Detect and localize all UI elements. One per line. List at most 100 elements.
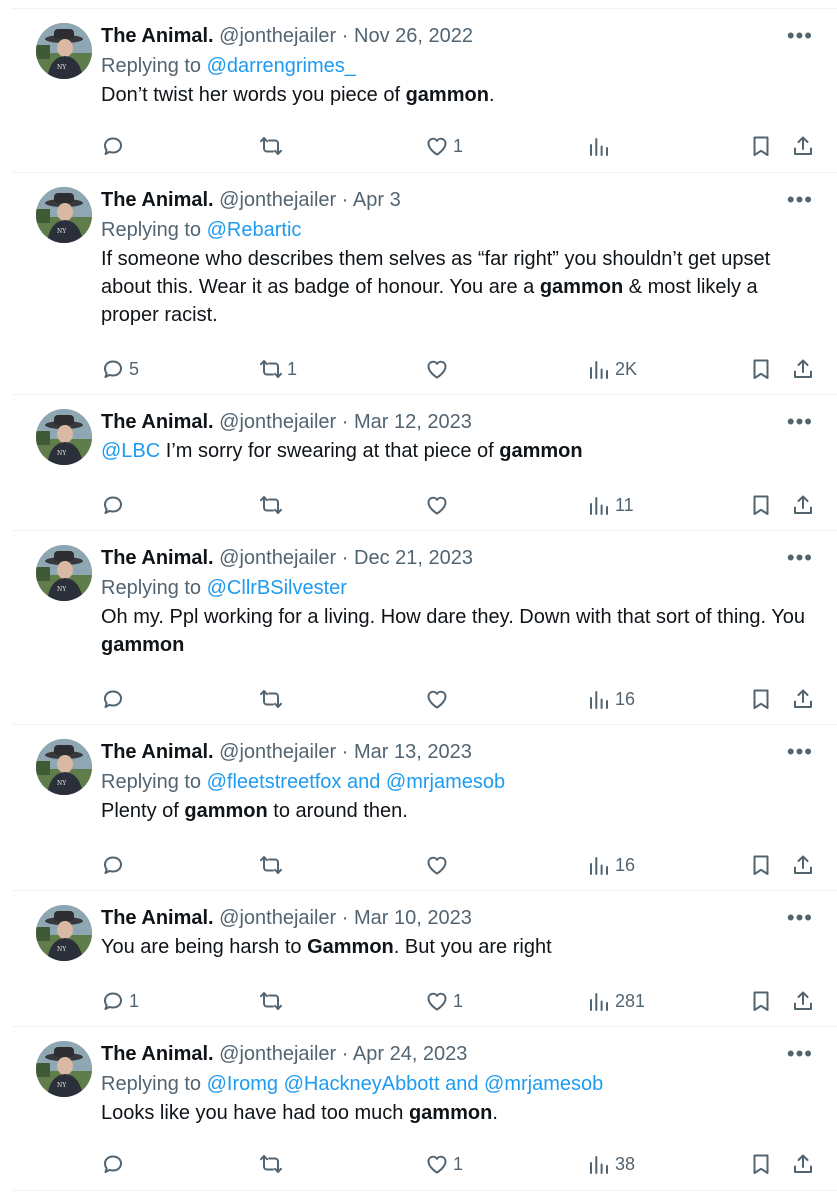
replying-to-link[interactable]: @CllrBSilvester — [207, 577, 347, 599]
tweet-date[interactable]: Mar 13, 2023 — [354, 741, 472, 763]
tweet-date[interactable]: Mar 12, 2023 — [354, 411, 472, 433]
tweet-feed: NY ••• The Animal. @jonthejailer · Nov 26,… — [12, 8, 837, 1191]
user-handle[interactable]: @jonthejailer — [219, 189, 336, 211]
share-button[interactable] — [791, 850, 815, 880]
mention-link[interactable]: @LBC — [101, 440, 160, 462]
tweet[interactable]: NY ••• The Animal. @jonthejailer · Apr 24,… — [12, 1027, 837, 1191]
tweet[interactable]: NY ••• The Animal. @jonthejailer · Mar 12,… — [12, 395, 837, 531]
likes-count: 1 — [453, 135, 464, 156]
user-handle[interactable]: @jonthejailer — [219, 547, 336, 569]
avatar[interactable]: NY — [36, 905, 92, 961]
display-name[interactable]: The Animal. — [101, 1043, 214, 1065]
display-name[interactable]: The Animal. — [101, 411, 214, 433]
reply-button[interactable] — [101, 684, 129, 714]
share-button[interactable] — [791, 684, 815, 714]
replying-to-label: Replying to — [101, 1073, 202, 1095]
display-name[interactable]: The Animal. — [101, 547, 214, 569]
views-button[interactable] — [587, 131, 615, 161]
like-button[interactable] — [425, 354, 453, 384]
display-name[interactable]: The Animal. — [101, 907, 214, 929]
separator: · — [341, 547, 349, 569]
avatar[interactable]: NY — [36, 23, 92, 79]
text-fragment: . But you are right — [393, 936, 552, 958]
retweet-button[interactable] — [259, 986, 287, 1016]
avatar[interactable]: NY — [36, 187, 92, 243]
share-icon — [791, 687, 815, 711]
views-button[interactable]: 281 — [587, 986, 645, 1016]
bookmark-button[interactable] — [749, 131, 773, 161]
tweet[interactable]: NY ••• The Animal. @jonthejailer · Apr 3 Re… — [12, 173, 837, 395]
reply-icon — [101, 134, 125, 158]
reply-button[interactable] — [101, 1149, 129, 1179]
bookmark-button[interactable] — [749, 986, 773, 1016]
replying-to-link[interactable]: @Rebartic — [207, 219, 302, 241]
text-fragment: Don’t twist her words you piece of — [101, 84, 406, 106]
avatar[interactable]: NY — [36, 739, 92, 795]
tweet-date[interactable]: Apr 3 — [353, 189, 401, 211]
replying-to-link[interactable]: @fleetstreetfox and @mrjamesob — [207, 771, 506, 793]
tweet-date[interactable]: Mar 10, 2023 — [354, 907, 472, 929]
like-button[interactable] — [425, 684, 453, 714]
user-handle[interactable]: @jonthejailer — [219, 907, 336, 929]
bookmark-button[interactable] — [749, 1149, 773, 1179]
tweet-date[interactable]: Nov 26, 2022 — [354, 25, 473, 47]
avatar[interactable]: NY — [36, 1041, 92, 1097]
tweet[interactable]: NY ••• The Animal. @jonthejailer · Mar 10,… — [12, 891, 837, 1027]
retweet-button[interactable] — [259, 490, 287, 520]
share-icon — [791, 989, 815, 1013]
tweet-date[interactable]: Apr 24, 2023 — [353, 1043, 468, 1065]
user-handle[interactable]: @jonthejailer — [219, 741, 336, 763]
display-name[interactable]: The Animal. — [101, 741, 214, 763]
reply-button[interactable]: 5 — [101, 354, 139, 384]
like-icon — [425, 853, 449, 877]
bookmark-button[interactable] — [749, 490, 773, 520]
tweet-body: The Animal. @jonthejailer · Apr 3 Replyin… — [101, 185, 817, 329]
retweet-button[interactable] — [259, 1149, 287, 1179]
tweet-header: The Animal. @jonthejailer · Dec 21, 2023 — [101, 543, 817, 573]
avatar[interactable]: NY — [36, 409, 92, 465]
bookmark-button[interactable] — [749, 354, 773, 384]
retweet-button[interactable] — [259, 850, 287, 880]
like-button[interactable] — [425, 490, 453, 520]
share-button[interactable] — [791, 490, 815, 520]
user-handle[interactable]: @jonthejailer — [219, 411, 336, 433]
share-button[interactable] — [791, 131, 815, 161]
reply-button[interactable] — [101, 490, 129, 520]
bookmark-button[interactable] — [749, 684, 773, 714]
separator: · — [341, 189, 349, 211]
like-button[interactable] — [425, 850, 453, 880]
replying-to-link[interactable]: @Iromg @HackneyAbbott and @mrjamesob — [207, 1073, 604, 1095]
like-icon — [425, 1152, 449, 1176]
tweet[interactable]: NY ••• The Animal. @jonthejailer · Dec 21,… — [12, 531, 837, 725]
like-button[interactable]: 1 — [425, 1149, 463, 1179]
share-button[interactable] — [791, 986, 815, 1016]
display-name[interactable]: The Animal. — [101, 25, 214, 47]
share-button[interactable] — [791, 354, 815, 384]
retweet-button[interactable] — [259, 684, 287, 714]
display-name[interactable]: The Animal. — [101, 189, 214, 211]
text-fragment: to around then. — [267, 800, 408, 822]
reply-button[interactable]: 1 — [101, 986, 139, 1016]
views-button[interactable]: 2K — [587, 354, 637, 384]
views-button[interactable]: 38 — [587, 1149, 635, 1179]
reply-button[interactable] — [101, 850, 129, 880]
share-button[interactable] — [791, 1149, 815, 1179]
tweet-date[interactable]: Dec 21, 2023 — [354, 547, 473, 569]
replying-to-link[interactable]: @darrengrimes_ — [207, 55, 356, 77]
reply-button[interactable] — [101, 131, 129, 161]
retweet-button[interactable] — [259, 131, 287, 161]
avatar[interactable]: NY — [36, 545, 92, 601]
retweet-button[interactable]: 1 — [259, 354, 297, 384]
like-button[interactable]: 1 — [425, 131, 463, 161]
like-icon — [425, 134, 449, 158]
bookmark-button[interactable] — [749, 850, 773, 880]
user-handle[interactable]: @jonthejailer — [219, 25, 336, 47]
tweet[interactable]: NY ••• The Animal. @jonthejailer · Nov 26,… — [12, 8, 837, 173]
tweet-header: The Animal. @jonthejailer · Nov 26, 2022 — [101, 21, 817, 51]
views-button[interactable]: 16 — [587, 684, 635, 714]
user-handle[interactable]: @jonthejailer — [219, 1043, 336, 1065]
tweet[interactable]: NY ••• The Animal. @jonthejailer · Mar 13,… — [12, 725, 837, 891]
views-button[interactable]: 11 — [587, 490, 634, 520]
like-button[interactable]: 1 — [425, 986, 463, 1016]
views-button[interactable]: 16 — [587, 850, 635, 880]
